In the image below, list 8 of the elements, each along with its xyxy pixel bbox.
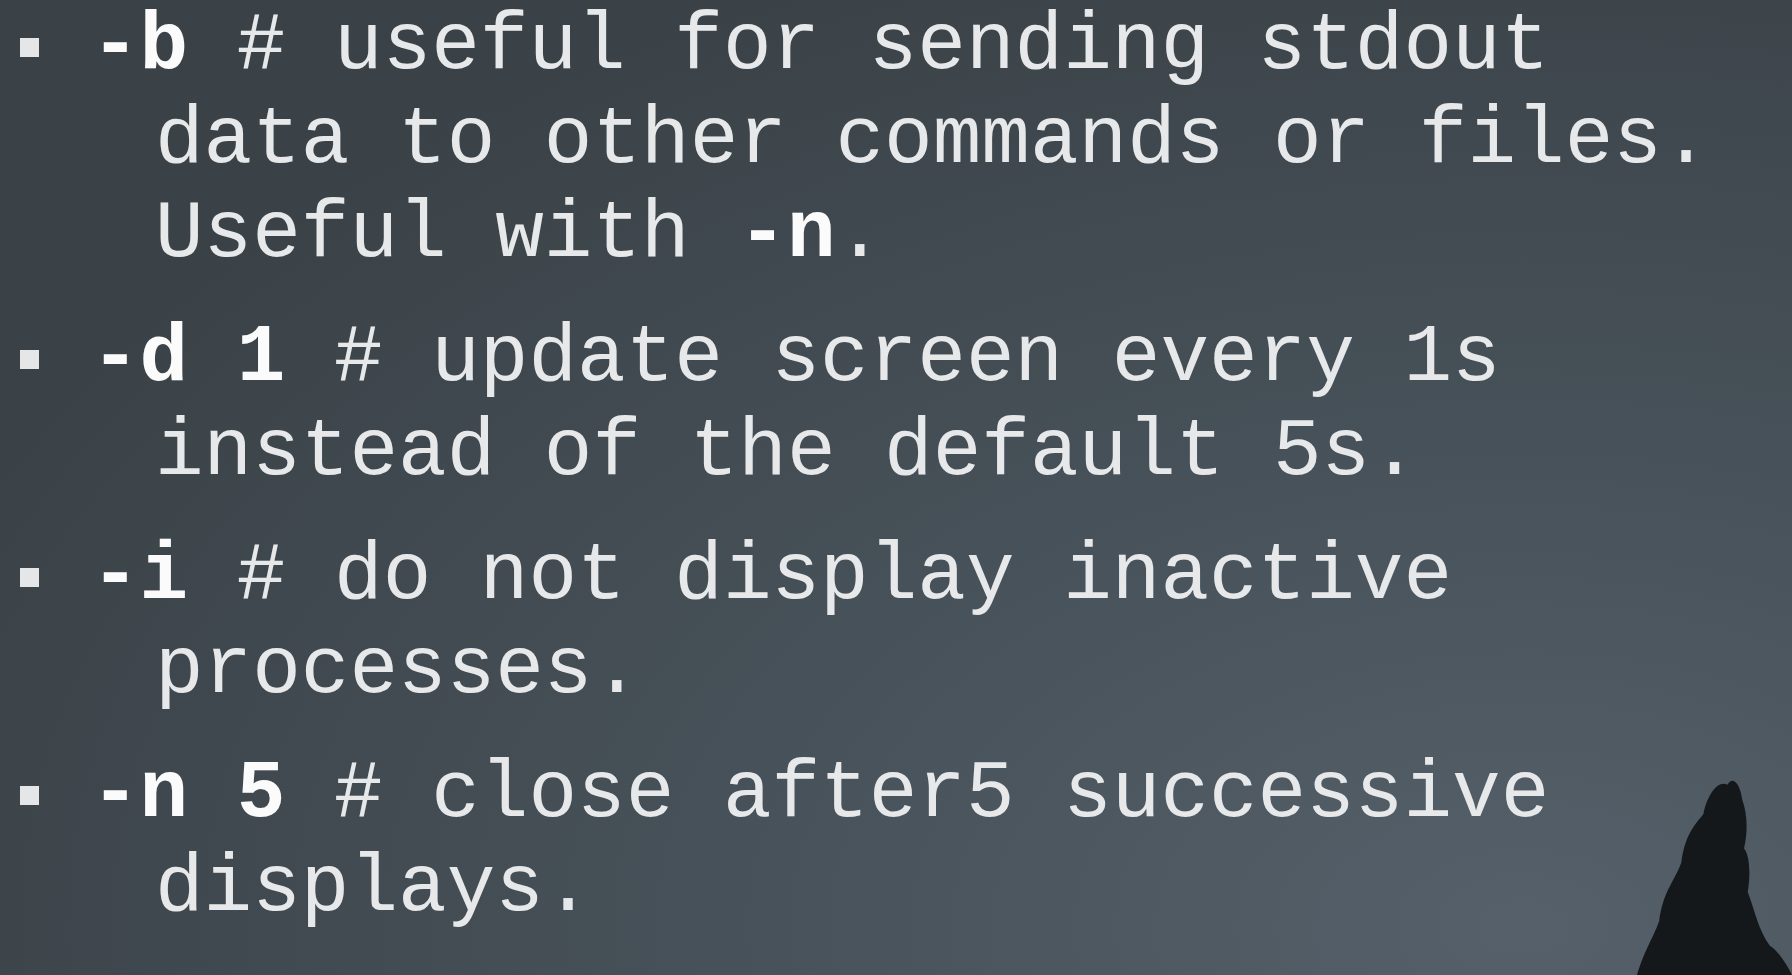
bullet-icon [20, 38, 39, 57]
list-text: -i # do not display inactive processes. [91, 530, 1454, 718]
list-text: -b # useful for sending stdout data to other commands or files. Useful with -n. [91, 0, 1712, 282]
bullet-icon [20, 350, 39, 369]
bullet-icon [20, 568, 39, 587]
list-text: -d 1 # update screen every 1s instead of the default 5s. [91, 312, 1502, 500]
list-text: -n 5 # close after5 successive displays. [91, 748, 1551, 936]
bullet-icon [20, 786, 39, 805]
